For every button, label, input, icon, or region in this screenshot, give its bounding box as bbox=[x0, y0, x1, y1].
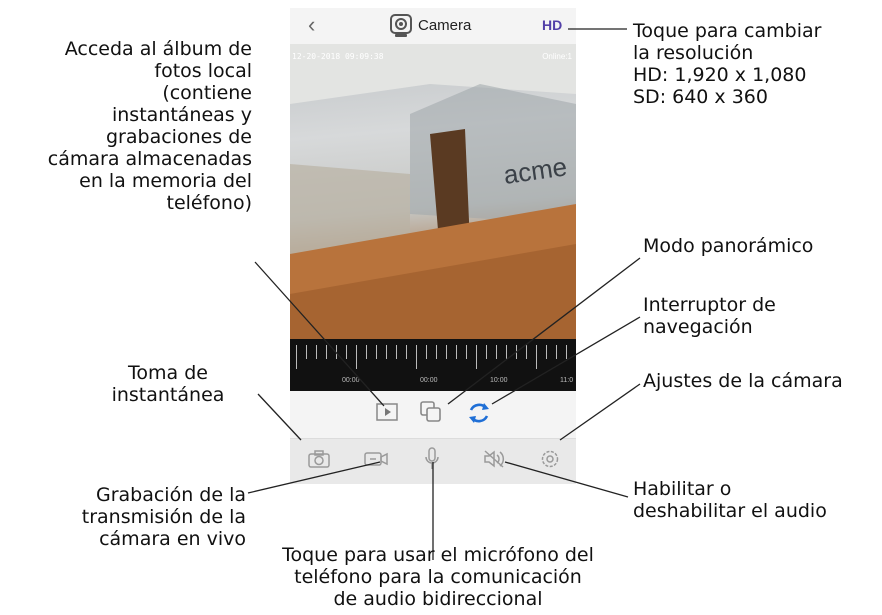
phone-screen: ‹ Camera HD acme 12-20-2018 09:09:38 Onl… bbox=[290, 8, 576, 484]
page-title: Camera bbox=[418, 17, 472, 34]
audio-toggle-button[interactable] bbox=[483, 449, 505, 474]
timeline-label: 11:0 bbox=[560, 377, 574, 384]
annotation-navigation: Interruptor de navegación bbox=[643, 294, 776, 338]
timeline-tick bbox=[536, 345, 537, 369]
video-timestamp: 12-20-2018 09:09:38 bbox=[292, 52, 384, 61]
annotation-camera-settings: Ajustes de la cámara bbox=[643, 370, 843, 392]
settings-button[interactable] bbox=[540, 449, 560, 474]
annotation-panoramic: Modo panorámico bbox=[643, 235, 814, 257]
timeline-tick bbox=[556, 345, 557, 359]
annotation-microphone: Toque para usar el micrófono del teléfon… bbox=[282, 544, 594, 610]
video-frame-image: acme bbox=[290, 44, 576, 339]
gear-icon bbox=[541, 450, 559, 468]
annotation-audio: Habilitar o deshabilitar el audio bbox=[633, 478, 827, 522]
microphone-icon bbox=[425, 447, 439, 469]
annotation-album: Acceda al álbum de fotos local (contiene… bbox=[47, 38, 252, 214]
timeline-tick bbox=[296, 345, 297, 369]
timeline-label: 00:00 bbox=[420, 377, 438, 384]
live-video-view[interactable]: acme 12-20-2018 09:09:38 Online:1 bbox=[290, 44, 576, 339]
speaker-mute-icon bbox=[484, 450, 505, 468]
timeline-tick bbox=[396, 345, 397, 359]
timeline-tick bbox=[426, 345, 427, 359]
timeline-tick bbox=[486, 345, 487, 359]
refresh-icon bbox=[469, 403, 489, 423]
bottom-toolbar bbox=[290, 438, 576, 484]
timeline-tick bbox=[566, 345, 567, 359]
timeline-tick bbox=[446, 345, 447, 359]
timeline-tick bbox=[466, 345, 467, 359]
playback-timeline[interactable]: 00:00 00:00 10:00 11:0 bbox=[290, 339, 576, 391]
timeline-tick bbox=[436, 345, 437, 359]
timeline-tick bbox=[336, 345, 337, 359]
timeline-tick bbox=[346, 345, 347, 359]
annotation-resolution: Toque para cambiar la resolución HD: 1,9… bbox=[633, 20, 822, 108]
timeline-tick bbox=[376, 345, 377, 359]
annotation-snapshot: Toma de instantánea bbox=[111, 362, 225, 406]
overlap-squares-icon bbox=[420, 401, 441, 422]
snapshot-button[interactable] bbox=[308, 449, 330, 474]
timeline-tick bbox=[476, 345, 477, 369]
timeline-label: 10:00 bbox=[490, 377, 508, 384]
panoramic-mode-button[interactable] bbox=[420, 401, 442, 423]
microphone-button[interactable] bbox=[424, 447, 440, 476]
online-status: Online:1 bbox=[542, 52, 572, 61]
play-album-icon bbox=[376, 403, 398, 421]
timeline-label: 00:00 bbox=[342, 377, 360, 384]
timeline-tick bbox=[526, 345, 527, 359]
timeline-tick bbox=[356, 345, 357, 369]
navigation-toggle-button[interactable] bbox=[466, 400, 492, 426]
timeline-tick bbox=[326, 345, 327, 359]
timeline-tick bbox=[416, 345, 417, 369]
resolution-button[interactable]: HD bbox=[542, 17, 562, 33]
album-button[interactable] bbox=[376, 403, 398, 421]
video-camera-icon bbox=[364, 452, 388, 466]
timeline-tick bbox=[406, 345, 407, 359]
annotation-recording: Grabación de la transmisión de la cámara… bbox=[81, 484, 246, 550]
camera-app-icon bbox=[388, 13, 414, 44]
timeline-tick bbox=[366, 345, 367, 359]
timeline-tick bbox=[306, 345, 307, 359]
timeline-tick bbox=[316, 345, 317, 359]
camera-icon bbox=[308, 450, 330, 468]
timeline-tick bbox=[506, 345, 507, 359]
back-button[interactable]: ‹ bbox=[308, 12, 315, 38]
timeline-tick bbox=[456, 345, 457, 359]
record-button[interactable] bbox=[364, 449, 388, 474]
timeline-tick bbox=[496, 345, 497, 359]
timeline-tick bbox=[546, 345, 547, 359]
timeline-tick bbox=[386, 345, 387, 359]
timeline-tick bbox=[516, 345, 517, 359]
app-header: ‹ Camera HD bbox=[290, 8, 576, 44]
